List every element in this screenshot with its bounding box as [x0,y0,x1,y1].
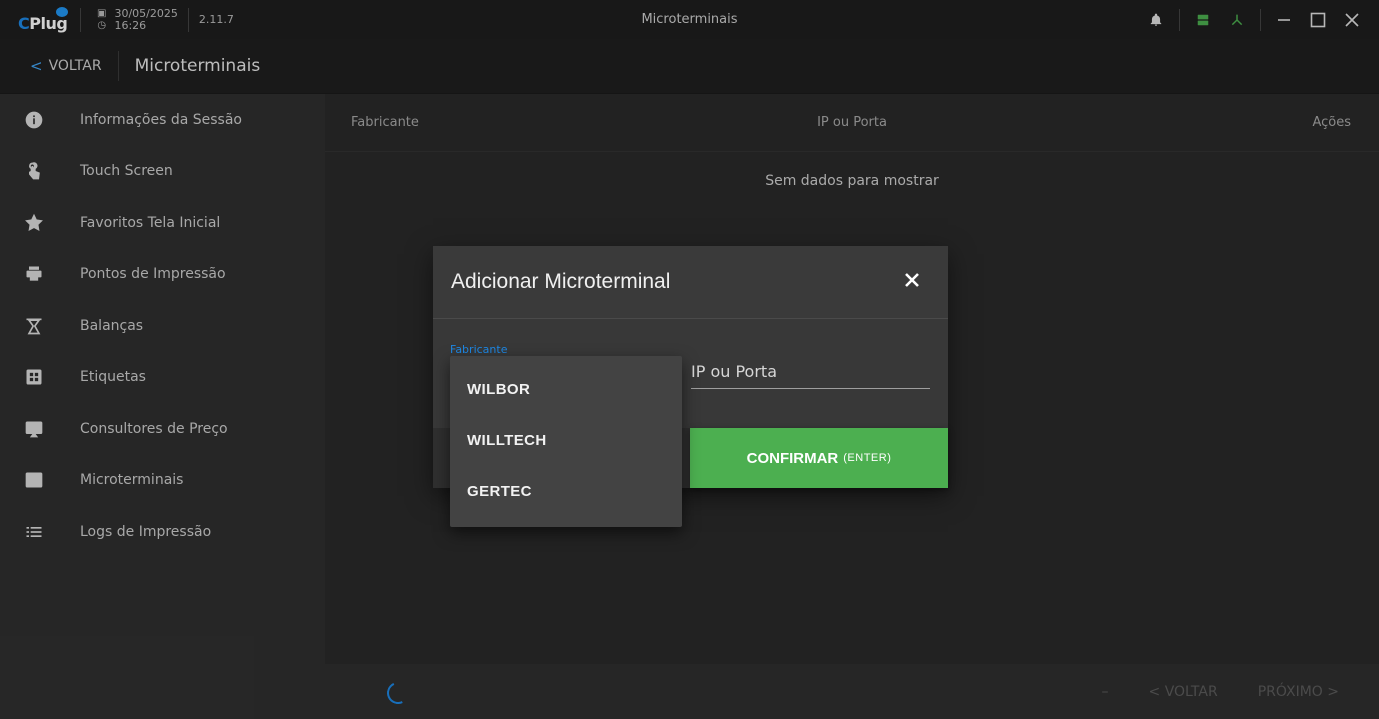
ip-porta-input[interactable]: IP ou Porta [691,359,930,389]
dialog-title: Adicionar Microterminal [451,270,671,293]
fabricante-select-label: Fabricante [450,343,508,356]
close-icon [905,273,919,287]
confirm-label: CONFIRMAR [746,449,839,467]
dialog-close-button[interactable] [902,270,922,290]
fabricante-dropdown-menu: WILBOR WILLTECH GERTEC [450,356,682,527]
dropdown-option-wilbor[interactable]: WILBOR [450,364,682,415]
dropdown-option-gertec[interactable]: GERTEC [450,466,682,517]
confirm-button[interactable]: CONFIRMAR (ENTER) [690,428,948,488]
confirm-shortcut-hint: (ENTER) [843,452,892,464]
dropdown-option-willtech[interactable]: WILLTECH [450,415,682,466]
ip-porta-label: IP ou Porta [691,362,777,381]
dialog-header: Adicionar Microterminal [433,246,948,319]
